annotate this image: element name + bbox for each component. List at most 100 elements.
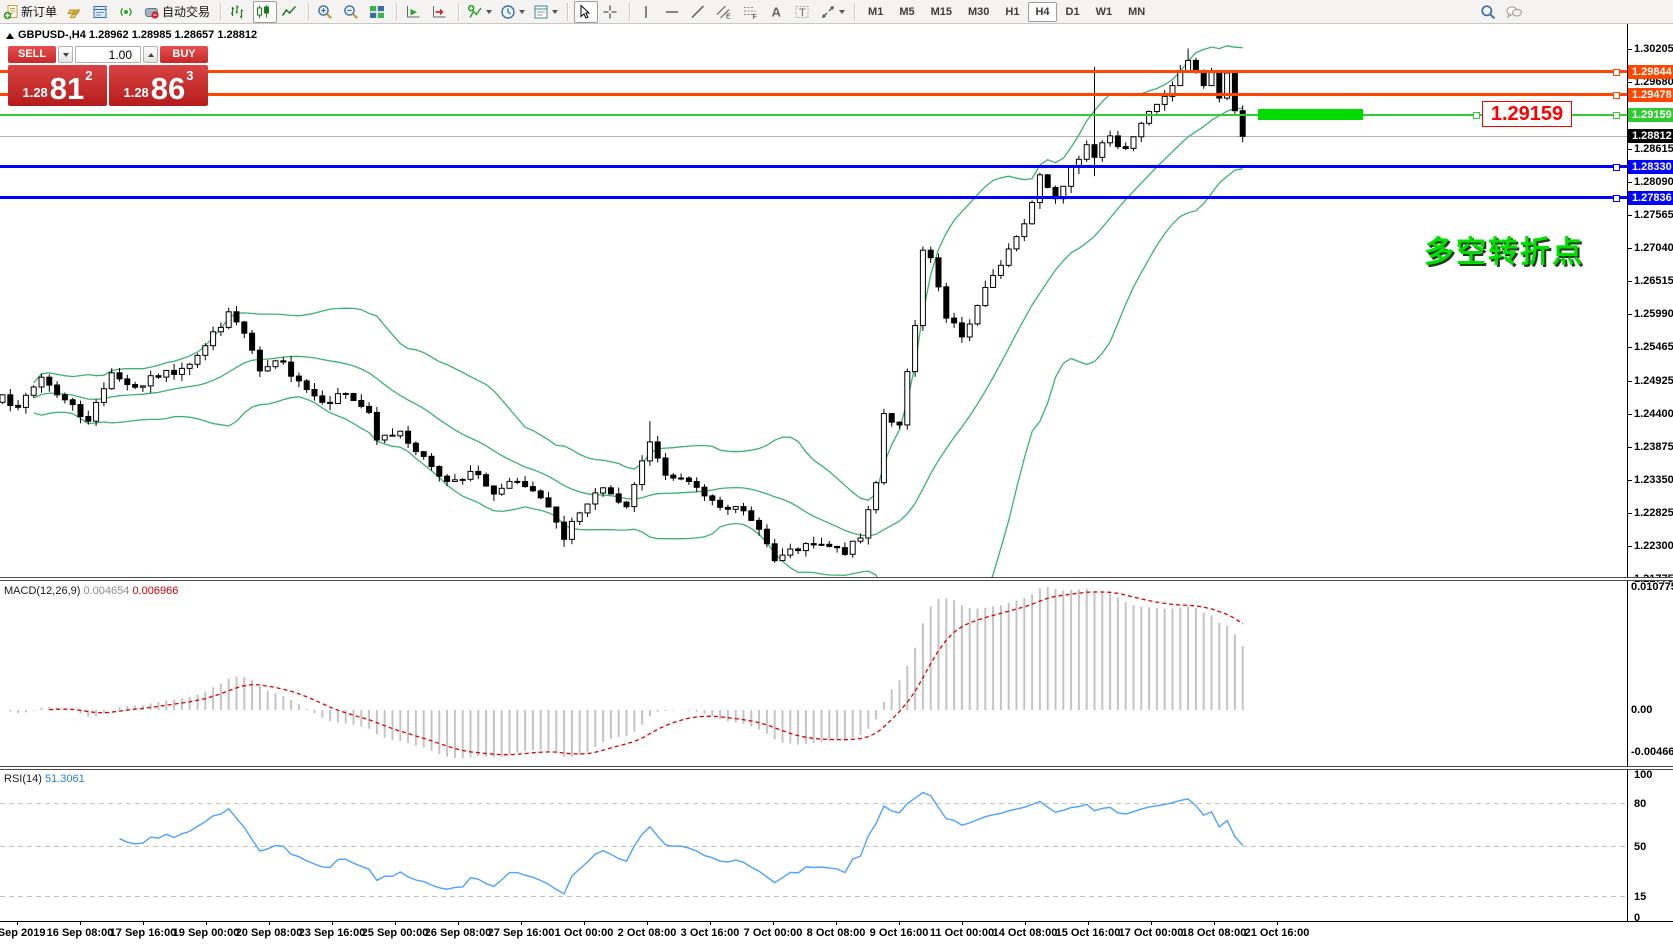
chart-title: GBPUSD-,H4 1.28962 1.28985 1.28657 1.288… xyxy=(18,29,257,41)
time-axis-tick xyxy=(143,921,144,925)
time-axis-tick xyxy=(1088,921,1089,925)
chart-shift-button[interactable] xyxy=(429,1,453,23)
time-axis-tick xyxy=(206,921,207,925)
arrows-button[interactable] xyxy=(818,1,849,23)
axis-tick xyxy=(1628,248,1632,249)
equidistant-channel-button[interactable]: E xyxy=(714,1,738,23)
search-button[interactable] xyxy=(1478,1,1502,23)
text-label-icon: T xyxy=(794,4,810,20)
timeframe-d1-button[interactable]: D1 xyxy=(1059,2,1087,22)
timeframe-m1-button[interactable]: M1 xyxy=(861,2,890,22)
templates-button[interactable] xyxy=(531,1,562,23)
volume-increase-button[interactable] xyxy=(143,46,158,63)
axis-tick xyxy=(1628,281,1632,282)
one-click-trading-panel: SELL BUY 1.28 81 2 1.28 86 3 xyxy=(8,46,208,106)
market-button[interactable] xyxy=(64,1,88,23)
price-tag: 1.28330 xyxy=(1628,160,1673,174)
time-axis-tick xyxy=(1025,921,1026,925)
timeframe-h1-button[interactable]: H1 xyxy=(998,2,1026,22)
sell-button[interactable]: SELL xyxy=(8,46,56,63)
candles-chart-button[interactable] xyxy=(253,1,277,23)
time-axis-tick xyxy=(710,921,711,925)
timeframe-w1-button[interactable]: W1 xyxy=(1089,2,1120,22)
chinese-annotation[interactable]: 多空转折点 xyxy=(1424,227,1584,271)
toolbar-separator xyxy=(220,3,222,21)
signals-icon xyxy=(118,4,134,20)
macd-axis-label: 0.010775 xyxy=(1631,581,1673,593)
signals-button[interactable] xyxy=(116,1,140,23)
pane-splitter-macd[interactable] xyxy=(0,577,1673,581)
rsi-axis-label: 100 xyxy=(1634,769,1652,781)
line-chart-button[interactable] xyxy=(279,1,303,23)
time-axis-label: 19 Sep 00:00 xyxy=(173,927,240,939)
bars-chart-button[interactable] xyxy=(227,1,251,23)
timeframe-m15-button[interactable]: M15 xyxy=(924,2,959,22)
data-window-button[interactable] xyxy=(90,1,114,23)
price-tick-label: 1.27565 xyxy=(1634,209,1673,221)
timeframe-m5-button[interactable]: M5 xyxy=(892,2,921,22)
line-handle[interactable] xyxy=(1613,92,1620,99)
indicators-button[interactable] xyxy=(465,1,496,23)
timeframe-h4-button[interactable]: H4 xyxy=(1028,2,1056,22)
vertical-line-button[interactable] xyxy=(636,1,660,23)
price-tag: 1.27836 xyxy=(1628,191,1673,205)
periods-button[interactable] xyxy=(498,1,529,23)
time-axis-label: 14 Oct 08:00 xyxy=(993,927,1058,939)
axis-tick xyxy=(1628,314,1632,315)
tile-windows-button[interactable] xyxy=(367,1,391,23)
line-handle[interactable] xyxy=(1613,69,1620,76)
pane-splitter-rsi[interactable] xyxy=(0,766,1673,770)
horizontal-level-line[interactable] xyxy=(0,70,1627,73)
crosshair-button[interactable] xyxy=(600,1,624,23)
time-axis-tick xyxy=(1277,921,1278,925)
line-handle[interactable] xyxy=(1473,112,1480,119)
line-handle[interactable] xyxy=(1613,112,1620,119)
price-tick-label: 1.24400 xyxy=(1634,408,1673,420)
horizontal-level-line[interactable] xyxy=(0,93,1627,96)
timeframe-m30-button[interactable]: M30 xyxy=(961,2,996,22)
time-axis-tick xyxy=(1151,921,1152,925)
zoom-out-button[interactable] xyxy=(341,1,365,23)
time-axis-tick xyxy=(836,921,837,925)
price-tag: 1.29844 xyxy=(1628,65,1673,79)
time-axis-label: 1 Oct 00:00 xyxy=(555,927,614,939)
zoom-in-button[interactable] xyxy=(315,1,339,23)
horizontal-line-icon xyxy=(664,4,680,20)
time-axis-label: 11 Oct 00:00 xyxy=(930,927,994,939)
time-axis-label: 17 Oct 00:00 xyxy=(1119,927,1184,939)
highlight-rectangle[interactable] xyxy=(1258,109,1363,120)
buy-price-panel[interactable]: 1.28 86 3 xyxy=(109,65,208,106)
auto-scroll-button[interactable] xyxy=(403,1,427,23)
price-label-box[interactable]: 1.29159 xyxy=(1482,101,1572,127)
candlestick-chart xyxy=(0,24,1627,577)
text-label-button[interactable]: T xyxy=(792,1,816,23)
horizontal-line-button[interactable] xyxy=(662,1,686,23)
axis-tick xyxy=(1628,82,1632,83)
line-handle[interactable] xyxy=(1613,195,1620,202)
horizontal-level-line[interactable] xyxy=(0,165,1627,168)
cursor-button[interactable] xyxy=(574,1,598,23)
timeframe-mn-button[interactable]: MN xyxy=(1121,2,1152,22)
price-tag: 1.29159 xyxy=(1628,108,1673,122)
new-order-button[interactable]: 新订单 xyxy=(1,1,62,23)
chat-button[interactable] xyxy=(1504,1,1528,23)
fibonacci-button[interactable]: F xyxy=(740,1,764,23)
chart-shift-icon xyxy=(431,4,447,20)
trendline-button[interactable] xyxy=(688,1,712,23)
volume-input[interactable] xyxy=(75,46,141,63)
horizontal-level-line[interactable] xyxy=(0,114,1627,116)
collapse-panel-arrow-icon[interactable] xyxy=(6,33,14,39)
toolbar-separator xyxy=(854,3,856,21)
time-axis-label: 9 Oct 16:00 xyxy=(870,927,929,939)
axis-tick xyxy=(1628,546,1632,547)
chart-window: GBPUSD-,H4 1.28962 1.28985 1.28657 1.288… xyxy=(0,24,1673,947)
line-handle[interactable] xyxy=(1613,164,1620,171)
text-button[interactable]: A xyxy=(766,1,790,23)
auto-scroll-icon xyxy=(405,4,421,20)
sell-price-panel[interactable]: 1.28 81 2 xyxy=(8,65,107,106)
horizontal-level-line[interactable] xyxy=(0,196,1627,199)
new-order-icon xyxy=(3,4,19,20)
volume-decrease-button[interactable] xyxy=(58,46,73,63)
auto-trading-button[interactable]: 自动交易 xyxy=(142,1,215,23)
buy-button[interactable]: BUY xyxy=(160,46,208,63)
